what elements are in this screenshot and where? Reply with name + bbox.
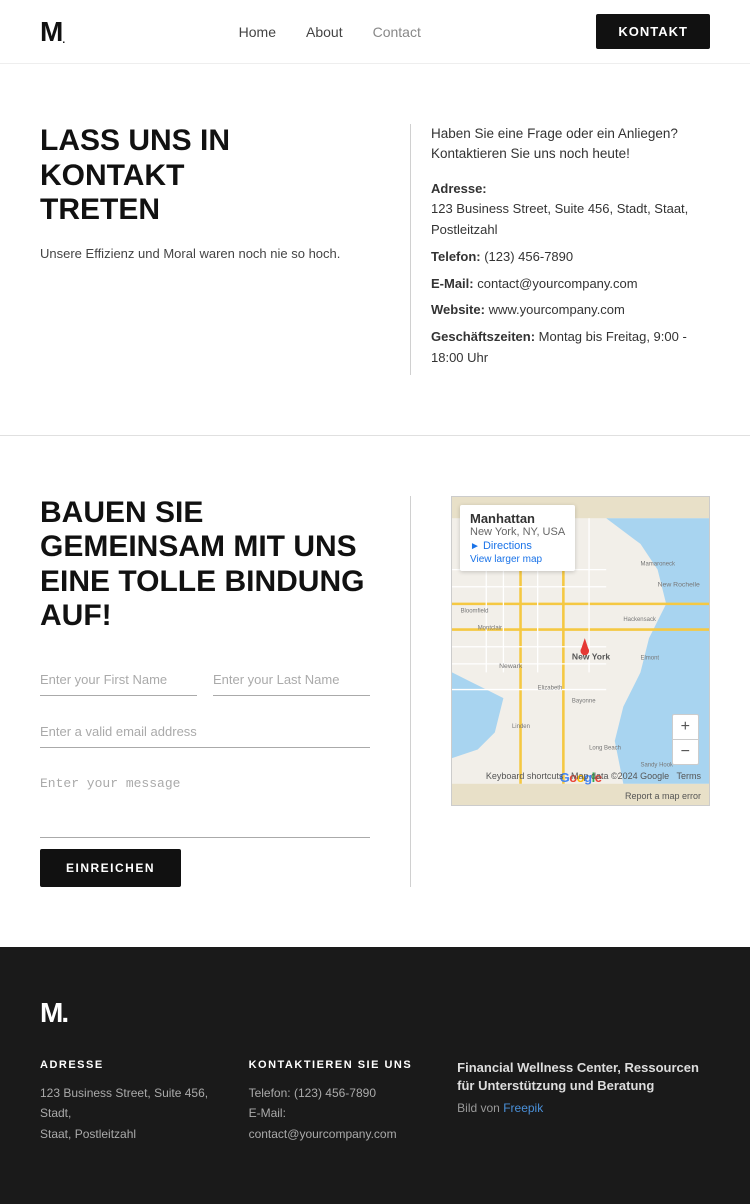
email-input[interactable] [40, 716, 370, 748]
footer-promo-col: Financial Wellness Center, Ressourcen fü… [457, 1059, 710, 1115]
last-name-input[interactable] [213, 664, 370, 696]
freepik-link[interactable]: Freepik [503, 1101, 543, 1115]
email-row: E-Mail: contact@yourcompany.com [431, 274, 710, 295]
contact-title: LASS UNS IN KONTAKT TRETEN [40, 124, 370, 228]
kontakt-button[interactable]: KONTAKT [596, 14, 710, 49]
message-field-wrapper [40, 768, 370, 841]
hours-row: Geschäftszeiten: Montag bis Freitag, 9:0… [431, 327, 710, 369]
footer-columns: ADRESSE 123 Business Street, Suite 456, … [40, 1059, 710, 1144]
map-zoom-controls: + − [672, 714, 699, 765]
form-left-col: BAUEN SIE GEMEINSAM MIT UNS EINE TOLLE B… [40, 496, 410, 887]
submit-button[interactable]: EINREICHEN [40, 849, 181, 887]
contact-right-col: Haben Sie eine Frage oder ein Anliegen? … [411, 124, 710, 375]
contact-info-section: LASS UNS IN KONTAKT TRETEN Unsere Effizi… [0, 64, 750, 436]
svg-text:Elizabeth: Elizabeth [538, 685, 563, 691]
zoom-in-button[interactable]: + [673, 715, 698, 739]
footer-contact-text: Telefon: (123) 456-7890 E-Mail: contact@… [249, 1083, 418, 1144]
form-inner: BAUEN SIE GEMEINSAM MIT UNS EINE TOLLE B… [40, 496, 710, 887]
email-field-wrapper [40, 716, 370, 748]
footer: M. ADRESSE 123 Business Street, Suite 45… [0, 947, 750, 1204]
footer-promo-title: Financial Wellness Center, Ressourcen fü… [457, 1059, 710, 1095]
footer-contact-col: KONTAKTIEREN SIE UNS Telefon: (123) 456-… [249, 1059, 418, 1144]
map-place-name: Manhattan [470, 511, 565, 526]
directions-button[interactable]: ► Directions [470, 540, 532, 552]
svg-text:Bloomfield: Bloomfield [461, 608, 489, 614]
contact-intro: Haben Sie eine Frage oder ein Anliegen? … [431, 124, 710, 165]
nav-home[interactable]: Home [239, 24, 276, 40]
svg-text:Linden: Linden [512, 724, 530, 730]
nav-contact[interactable]: Contact [373, 24, 421, 40]
first-name-input[interactable] [40, 664, 197, 696]
svg-text:Long Beach: Long Beach [589, 745, 621, 751]
phone-row: Telefon: (123) 456-7890 [431, 247, 710, 268]
map-place-sub: New York, NY, USA [470, 526, 565, 538]
message-input[interactable] [40, 768, 370, 838]
svg-text:Elmont: Elmont [640, 655, 659, 661]
footer-address-text: 123 Business Street, Suite 456, Stadt, S… [40, 1083, 209, 1144]
logo: M. [40, 18, 63, 46]
footer-address-title: ADRESSE [40, 1059, 209, 1071]
svg-text:Montclair: Montclair [478, 625, 502, 631]
form-title: BAUEN SIE GEMEINSAM MIT UNS EINE TOLLE B… [40, 496, 370, 634]
map-terms: Keyboard shortcuts Map data ©2024 Google… [486, 771, 701, 781]
last-name-field [213, 664, 370, 696]
svg-text:New Rochelle: New Rochelle [658, 582, 700, 589]
svg-text:Sandy Hook: Sandy Hook [640, 763, 673, 769]
form-divider [410, 496, 411, 887]
first-name-field [40, 664, 197, 696]
view-larger-map-link[interactable]: View larger map [470, 554, 565, 565]
svg-text:Newark: Newark [499, 663, 523, 670]
contact-subtitle: Unsere Effizienz und Moral waren noch ni… [40, 244, 370, 264]
footer-address-col: ADRESSE 123 Business Street, Suite 456, … [40, 1059, 209, 1144]
form-right-col: New York Newark Montclair Bloomfield New… [431, 496, 710, 887]
website-row: Website: www.yourcompany.com [431, 300, 710, 321]
contact-left-col: LASS UNS IN KONTAKT TRETEN Unsere Effizi… [40, 124, 410, 375]
footer-promo-sub: Bild von Freepik [457, 1101, 710, 1115]
svg-text:New York: New York [572, 651, 610, 661]
name-fields-row [40, 664, 370, 696]
svg-text:Mamaroneck: Mamaroneck [640, 561, 675, 567]
svg-text:Hackensack: Hackensack [623, 617, 656, 623]
footer-logo: M. [40, 997, 710, 1029]
footer-contact-title: KONTAKTIEREN SIE UNS [249, 1059, 418, 1071]
zoom-out-button[interactable]: − [673, 740, 698, 764]
address-row: Adresse: 123 Business Street, Suite 456,… [431, 179, 710, 241]
nav-about[interactable]: About [306, 24, 343, 40]
navbar: M. Home About Contact KONTAKT [0, 0, 750, 64]
logo-dot: . [62, 35, 63, 46]
nav-links: Home About Contact [239, 24, 421, 40]
form-section: BAUEN SIE GEMEINSAM MIT UNS EINE TOLLE B… [0, 436, 750, 947]
svg-text:Bayonne: Bayonne [572, 698, 596, 704]
map-popup: Manhattan New York, NY, USA ► Directions… [460, 505, 575, 571]
map-credit: Report a map error [625, 791, 701, 801]
map-container: New York Newark Montclair Bloomfield New… [451, 496, 710, 806]
